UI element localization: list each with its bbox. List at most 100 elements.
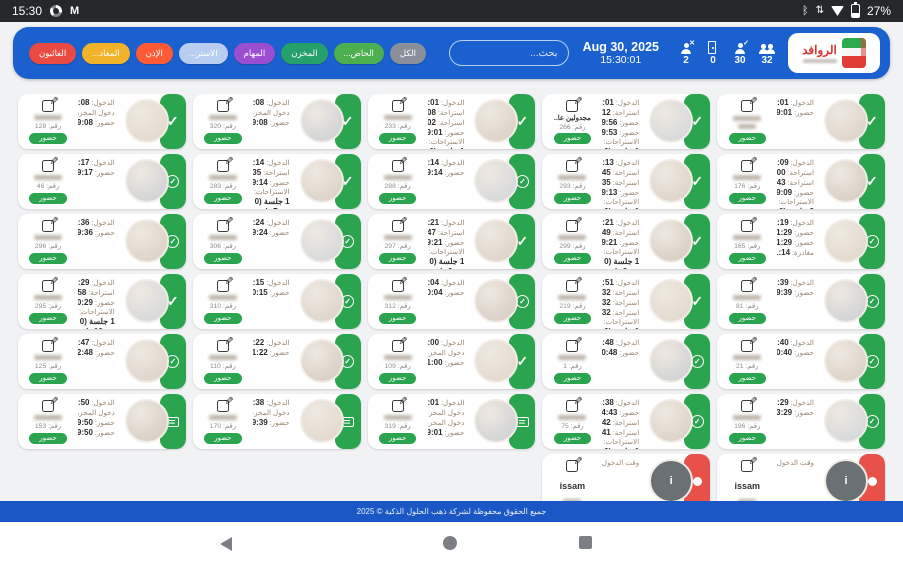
time-line: دخول المخزن: 01:... bbox=[253, 108, 290, 118]
edit-icon[interactable] bbox=[42, 340, 54, 352]
employee-number: رقم: 81 bbox=[736, 302, 758, 310]
employee-card[interactable]: ✓الدخول: 09:09استراحة: 13:00 ...استراحة:… bbox=[717, 154, 885, 209]
employee-card[interactable]: ✓الدخول: 09:14استراحة: 14:35 ...حضور: 09… bbox=[193, 154, 361, 209]
employee-card[interactable]: iوقت الدخول: لم يحضر بعدissam bbox=[717, 454, 885, 501]
filter-button-1[interactable]: الحاض... bbox=[334, 43, 384, 64]
edit-icon[interactable] bbox=[392, 220, 404, 232]
edit-icon[interactable] bbox=[217, 160, 229, 172]
employee-card[interactable]: ✓الدخول: 10:29استراحة: 13:58 ...حضور: 10… bbox=[18, 274, 186, 329]
search-input[interactable] bbox=[449, 40, 569, 66]
edit-icon[interactable] bbox=[42, 220, 54, 232]
employee-card[interactable]: الدخول: 09:38دخول المخزن: 00:...حضور: 09… bbox=[193, 394, 361, 449]
edit-icon[interactable] bbox=[566, 160, 578, 172]
edit-icon[interactable] bbox=[217, 400, 229, 412]
edit-icon[interactable] bbox=[741, 460, 753, 472]
edit-icon[interactable] bbox=[741, 220, 753, 232]
edit-icon[interactable] bbox=[42, 160, 54, 172]
time-lines: الدخول: 09:21استراحة: 14:49 ...حضور: 09:… bbox=[600, 214, 647, 269]
employee-card[interactable]: الدخول: 09:01دخول المخزن: 00:...دخول الم… bbox=[368, 394, 536, 449]
employee-number: رقم: 170 bbox=[210, 422, 236, 430]
time-line: استراحة: 11:43 ... bbox=[777, 178, 814, 188]
attendance-counters: ✕20✓3032 bbox=[677, 41, 776, 66]
edit-icon[interactable] bbox=[566, 220, 578, 232]
filter-button-0[interactable]: الكل bbox=[390, 43, 426, 64]
filter-button-2[interactable]: المخزن bbox=[281, 43, 327, 64]
filter-button-4[interactable]: الاستر... bbox=[179, 43, 228, 64]
edit-icon[interactable] bbox=[42, 100, 54, 112]
time-lines: الدخول: 14:38حضور: 14:43استراحة: 14:42 .… bbox=[600, 394, 647, 449]
time-line: حضور: 09:17 bbox=[78, 168, 115, 178]
edit-icon[interactable] bbox=[392, 160, 404, 172]
filter-button-5[interactable]: الإذن bbox=[136, 43, 173, 64]
employee-card[interactable]: ✓الدخول: 09:08دخول المخزن: 01:...حضور: 0… bbox=[193, 94, 361, 149]
edit-icon[interactable] bbox=[217, 340, 229, 352]
employee-card[interactable]: الدخول: 09:50دخول المخزن: 00:...حضور: 09… bbox=[18, 394, 186, 449]
edit-icon[interactable] bbox=[741, 400, 753, 412]
edit-icon[interactable] bbox=[741, 100, 753, 112]
employee-card[interactable]: ✓الدخول: 09:01استراحة: 14:08 ...استراحة:… bbox=[368, 94, 536, 149]
employee-card[interactable]: ✓الدخول: 09:01حضور: 09:01حضور bbox=[717, 94, 885, 149]
time-line: الدخول: 09:14 bbox=[253, 158, 290, 168]
employee-card[interactable]: ✓الدخول: 10:48حضور: 10:48رقم: 1حضور bbox=[542, 334, 710, 389]
counter-person-check: ✓30 bbox=[731, 41, 749, 66]
time-lines: الدخول: 09:17حضور: 09:17 bbox=[76, 154, 123, 209]
edit-icon[interactable] bbox=[566, 100, 578, 112]
edit-icon[interactable] bbox=[566, 280, 578, 292]
edit-icon[interactable] bbox=[741, 160, 753, 172]
filter-button-3[interactable]: المهام bbox=[234, 43, 276, 64]
redacted-name bbox=[34, 355, 62, 360]
edit-icon[interactable] bbox=[392, 400, 404, 412]
edit-icon[interactable] bbox=[217, 100, 229, 112]
employee-card[interactable]: ✓الدخول: 12:47حضور: 12:48رقم: 125حضور bbox=[18, 334, 186, 389]
door-exit-icon bbox=[705, 41, 721, 54]
employee-card[interactable]: ✓الدخول: 09:14حضور: 09:14رقم: 288حضور bbox=[368, 154, 536, 209]
edit-icon[interactable] bbox=[566, 400, 578, 412]
filter-button-6[interactable]: المغاد... bbox=[82, 43, 129, 64]
edit-icon[interactable] bbox=[741, 280, 753, 292]
employee-card[interactable]: ✓الدخول: 11:22حضور: 11:22رقم: 110حضور bbox=[193, 334, 361, 389]
time-line: الاستراحات: 1 جلسة (0 س 55 د) bbox=[602, 318, 639, 329]
employee-card[interactable]: ✓الدخول: 09:08دخول المخزن: 00:...حضور: 0… bbox=[18, 94, 186, 149]
employee-card[interactable]: ✓الدخول: 09:24حضور: 09:24رقم: 306حضور bbox=[193, 214, 361, 269]
employee-card[interactable]: ✓الدخول: 13:29حضور: 13:29رقم: 196حضور bbox=[717, 394, 885, 449]
edit-icon[interactable] bbox=[566, 340, 578, 352]
employee-card[interactable]: ✓الدخول: 10:15حضور: 10:15رقم: 310حضور bbox=[193, 274, 361, 329]
employee-card[interactable]: ✓الدخول: 09:21استراحة: 14:49 ...حضور: 09… bbox=[542, 214, 710, 269]
presence-badge: حضور bbox=[29, 433, 66, 444]
edit-icon[interactable] bbox=[392, 340, 404, 352]
employee-card[interactable]: ✓الدخول: 09:51استراحة: 13:32 ...استراحة:… bbox=[542, 274, 710, 329]
edit-icon[interactable] bbox=[392, 280, 404, 292]
edit-icon[interactable] bbox=[392, 100, 404, 112]
employee-card[interactable]: ✓الدخول: 10:40حضور: 10:40رقم: 21حضور bbox=[717, 334, 885, 389]
employee-card[interactable]: ✓الدخول: 09:19حضور: 11:29حضور: 11:29مغاد… bbox=[717, 214, 885, 269]
employee-card[interactable]: ✓الدخول: 14:38حضور: 14:43استراحة: 14:42 … bbox=[542, 394, 710, 449]
card-side: رقم: 299حضور bbox=[542, 214, 600, 269]
filter-button-7[interactable]: الغائبون bbox=[29, 43, 76, 64]
redacted-name bbox=[209, 295, 237, 300]
edit-icon[interactable] bbox=[42, 280, 54, 292]
home-button[interactable] bbox=[443, 536, 457, 550]
recents-button[interactable] bbox=[579, 536, 592, 549]
avatar bbox=[824, 399, 868, 443]
edit-icon[interactable] bbox=[566, 460, 578, 472]
employee-card[interactable]: iوقت الدخول: لم يحضر بعدissam bbox=[542, 454, 710, 501]
employee-card[interactable]: ✓الدخول: 10:04حضور: 10:04رقم: 312حضور bbox=[368, 274, 536, 329]
employee-card[interactable]: ✓الدخول: 09:36حضور: 09:36رقم: 296حضور bbox=[18, 214, 186, 269]
edit-icon[interactable] bbox=[217, 220, 229, 232]
card-side: رقم: 75حضور bbox=[542, 394, 600, 449]
employee-card[interactable]: ✓الدخول: 09:17حضور: 09:17رقم: 46حضور bbox=[18, 154, 186, 209]
employee-card[interactable]: ✓الدخول: 11:00دخول المخزن: 56:...حضور: 1… bbox=[368, 334, 536, 389]
time-lines: الدخول: 10:29استراحة: 13:58 ...حضور: 10:… bbox=[76, 274, 123, 329]
edit-icon[interactable] bbox=[217, 280, 229, 292]
employee-card[interactable]: ✓الدخول: 09:39حضور: 09:39رقم: 81حضور bbox=[717, 274, 885, 329]
back-button[interactable] bbox=[220, 537, 232, 551]
employee-card[interactable]: ✓الدخول: 09:13استراحة: 13:45 ...استراحة:… bbox=[542, 154, 710, 209]
edit-icon[interactable] bbox=[42, 400, 54, 412]
time-lines: الدخول: 10:04حضور: 10:04 bbox=[426, 274, 473, 329]
edit-icon[interactable] bbox=[741, 340, 753, 352]
time-line: الدخول: 09:38 bbox=[253, 398, 290, 408]
battery-percent: 27% bbox=[867, 4, 891, 18]
presence-badge: حضور bbox=[554, 313, 591, 324]
employee-card[interactable]: ✓الدخول: 09:01استراحة: 13:12 ...حضور: 09… bbox=[542, 94, 710, 149]
employee-card[interactable]: ✓الدخول: 09:21استراحة: 14:47 ...حضور: 09… bbox=[368, 214, 536, 269]
